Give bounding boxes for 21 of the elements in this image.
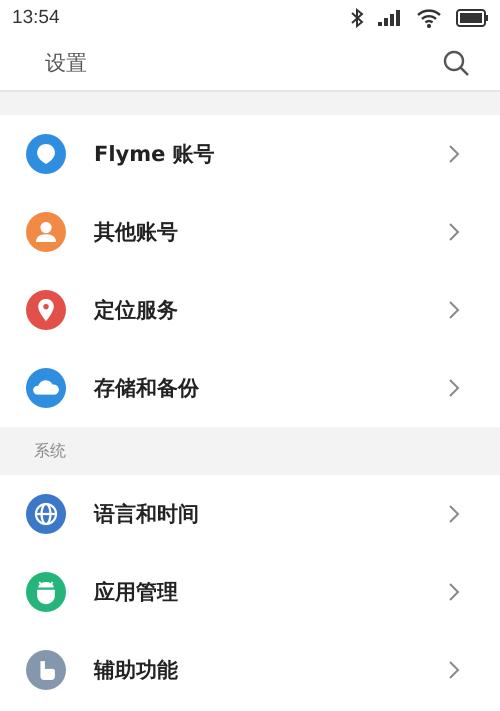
cloud-icon: [26, 368, 66, 408]
bluetooth-icon: [350, 8, 364, 28]
chevron-icon: [448, 144, 460, 164]
battery-icon: [456, 9, 488, 27]
wifi-icon: [416, 8, 442, 28]
search-icon[interactable]: [442, 49, 470, 77]
chevron-icon: [448, 378, 460, 398]
status-time: 13:54: [12, 7, 61, 29]
robot-icon: [26, 572, 66, 612]
location-pin-icon: [26, 290, 66, 330]
chevron-icon: [448, 222, 460, 242]
chevron-icon: [448, 660, 460, 680]
page-title: 设置: [45, 50, 88, 77]
chevron-icon: [448, 582, 460, 602]
globe-icon: [26, 494, 66, 534]
person-icon: [26, 212, 66, 252]
drop-icon: [26, 134, 66, 174]
chevron-icon: [448, 300, 460, 320]
signal-icon: [378, 9, 402, 27]
chevron-icon: [448, 504, 460, 524]
section-title: 系统: [34, 440, 66, 462]
